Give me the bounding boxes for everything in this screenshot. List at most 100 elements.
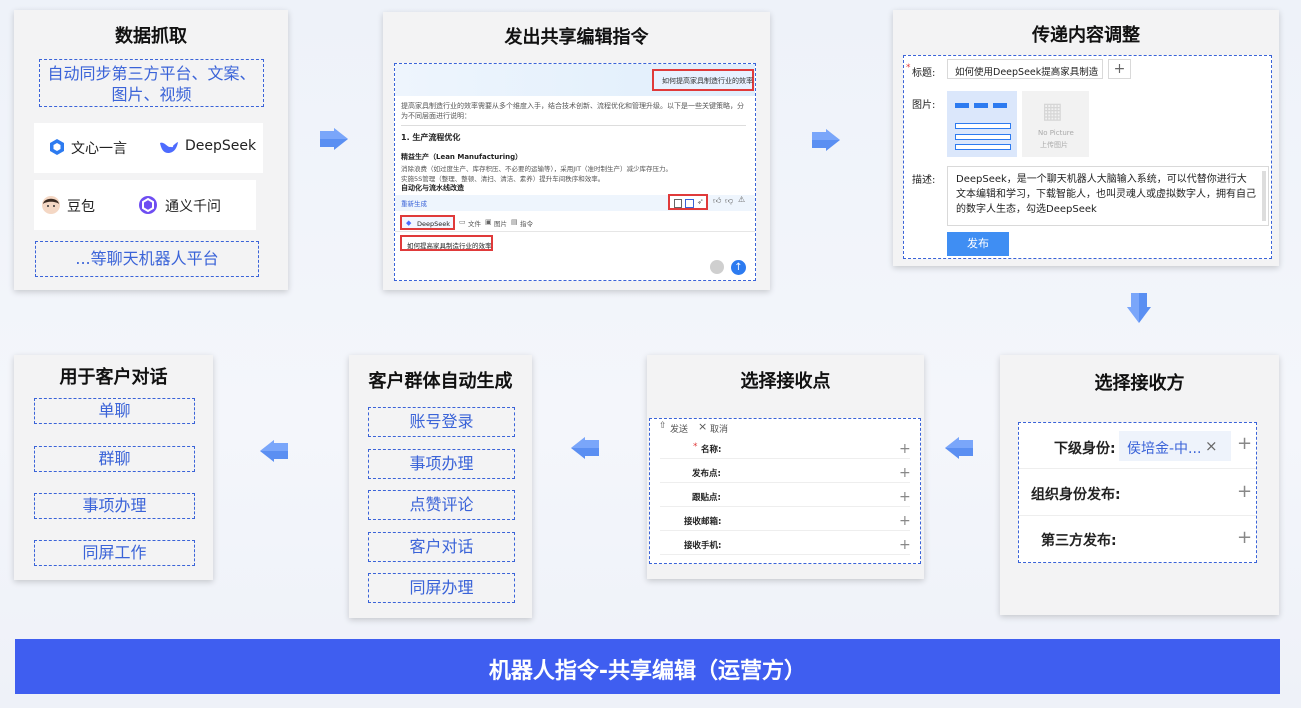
image-icon[interactable]: ▣: [485, 218, 492, 226]
desc-text: DeepSeek，是一个聊天机器人大脑输入系统，可以代替你进行大文本编辑和学习，…: [956, 174, 1256, 215]
add-title-button[interactable]: +: [1108, 59, 1131, 79]
row-divider: [1019, 515, 1256, 516]
thumb-bar: [974, 103, 988, 108]
answer-line-2: 实施5S管理（整理、整顿、清扫、清洁、素养）提升车间秩序和效率。: [401, 175, 605, 183]
field-label: 名称:: [701, 445, 722, 455]
thumbs-down-icon[interactable]: 👎︎: [725, 196, 733, 206]
scrollbar[interactable]: [1262, 171, 1266, 221]
row-divider: [660, 506, 910, 507]
row-divider: [660, 530, 910, 531]
command-icon[interactable]: ▤: [511, 218, 518, 226]
required-mark: *: [693, 442, 698, 452]
close-icon[interactable]: ×: [698, 420, 707, 433]
add-field-icon[interactable]: +: [899, 536, 911, 554]
doubao-icon: [41, 195, 61, 215]
desc-label: 描述:: [912, 175, 936, 186]
footer-banner: 机器人指令-共享编辑（运营方）: [15, 639, 1280, 694]
send-icon[interactable]: ⇧: [659, 421, 667, 431]
receiver-tag-text: 侯培金-中...: [1127, 441, 1202, 457]
group-item: 事项办理: [368, 449, 515, 479]
bot-name: 豆包: [67, 199, 95, 215]
card-share-command: 发出共享编辑指令 如何提高家具制造行业的效率 提高家具制造行业的效率需要从多个维…: [383, 12, 770, 290]
answer-sub1: 精益生产（Lean Manufacturing）: [401, 153, 523, 161]
group-item: 账号登录: [368, 407, 515, 437]
card-data-capture: 数据抓取 自动同步第三方平台、文案、 图片、视频 文心一言 DeepSeek 豆…: [14, 10, 288, 290]
answer-divider: [401, 125, 746, 126]
answer-heading: 1. 生产流程优化: [401, 133, 461, 142]
cancel-button[interactable]: 取消: [710, 422, 728, 435]
point-form: ⇧ 发送 × 取消 * 名称: + 发布点: + 跟贴点: + 接收邮箱: + …: [649, 418, 921, 564]
thumb-line: [955, 144, 1011, 150]
warning-icon[interactable]: ⚠: [738, 195, 745, 204]
chat-preview: 如何提高家具制造行业的效率 提高家具制造行业的效率需要从多个维度入手，结合技术创…: [394, 63, 756, 281]
arrow-left-icon: [945, 437, 973, 459]
arrow-right-icon: [320, 128, 348, 150]
avatar: [710, 260, 724, 274]
no-picture-text: No Picture: [1038, 129, 1074, 137]
answer-sub2: 自动化与流水线改造: [401, 184, 464, 192]
receiver-label: 组织身份发布:: [1031, 487, 1121, 503]
add-field-icon[interactable]: +: [899, 464, 911, 482]
row-divider: [660, 554, 910, 555]
bot-row-1: 文心一言 DeepSeek: [34, 123, 263, 173]
card-title: 用于客户对话: [59, 367, 168, 388]
row-divider: [660, 458, 910, 459]
copy-icon[interactable]: [674, 199, 682, 208]
card-title: 选择接收点: [740, 371, 831, 392]
arrow-right-icon: [812, 129, 840, 151]
arrow-left-icon: [571, 437, 599, 459]
chat-item: 单聊: [34, 398, 195, 424]
card-title: 数据抓取: [115, 26, 187, 47]
query-bubble: 如何提高家具制造行业的效率: [652, 69, 754, 91]
tongyi-icon: [138, 195, 158, 215]
thumb-bar: [955, 103, 969, 108]
add-field-icon[interactable]: +: [899, 512, 911, 530]
card-select-receiver: 选择接收方 下级身份: 侯培金-中... × + 组织身份发布: + 第三方发布…: [1000, 355, 1279, 615]
row-divider: [1019, 468, 1256, 469]
chat-item: 事项办理: [34, 493, 195, 519]
chat-input[interactable]: 如何提高家具制造行业的效率: [400, 235, 493, 251]
chat-input-text: 如何提高家具制造行业的效率: [407, 242, 492, 250]
upload-text: 上传图片: [1040, 141, 1068, 149]
share-icon[interactable]: ➶: [697, 197, 704, 206]
field-label: 接收邮箱:: [684, 517, 722, 527]
wenxin-icon: [48, 138, 66, 156]
upload-placeholder[interactable]: ▦ No Picture 上传图片: [1022, 91, 1089, 157]
publish-button[interactable]: 发布: [947, 232, 1009, 256]
add-field-icon[interactable]: +: [899, 440, 911, 458]
image-thumbnail[interactable]: [947, 91, 1017, 157]
add-third-party-icon[interactable]: +: [1237, 529, 1252, 547]
thumbs-up-icon[interactable]: 👍︎: [713, 196, 721, 206]
card-customer-groups: 客户群体自动生成 账号登录 事项办理 点赞评论 客户对话 同屏办理: [349, 355, 532, 618]
arrow-left-icon: [260, 440, 288, 462]
tool-image[interactable]: 图片: [494, 218, 507, 228]
answer-intro: 提高家具制造行业的效率需要从多个维度入手，结合技术创新、流程优化和管理升级。以下…: [401, 102, 744, 120]
add-org-icon[interactable]: +: [1237, 483, 1252, 501]
regenerate-link[interactable]: 重新生成: [401, 198, 427, 208]
row-divider: [660, 482, 910, 483]
edit-icon[interactable]: [685, 199, 694, 208]
tool-file[interactable]: 文件: [468, 218, 481, 228]
content-form: * 标题: 如何使用DeepSeek提高家具制造 + 图片: ▦ No Pict…: [903, 55, 1272, 259]
title-input-value: 如何使用DeepSeek提高家具制造: [955, 67, 1099, 78]
answer-line-1: 消除浪费（如过度生产、库存积压、不必要的运输等），采用JIT（准时制生产）减少库…: [401, 165, 673, 173]
card-title: 选择接收方: [1094, 373, 1185, 394]
title-input[interactable]: 如何使用DeepSeek提高家具制造: [947, 59, 1103, 79]
bot-select-label: DeepSeek: [417, 220, 451, 228]
desc-textarea[interactable]: DeepSeek，是一个聊天机器人大脑输入系统，可以代替你进行大文本编辑和学习，…: [947, 166, 1269, 226]
receiver-tag[interactable]: 侯培金-中... ×: [1119, 431, 1231, 461]
image-label: 图片:: [912, 100, 936, 111]
send-icon[interactable]: ↑: [731, 260, 746, 275]
close-icon[interactable]: ×: [1205, 437, 1218, 455]
receiver-label: 第三方发布:: [1041, 533, 1117, 549]
file-icon[interactable]: ▭: [459, 218, 466, 226]
title-label: 标题:: [912, 68, 936, 79]
send-button[interactable]: 发送: [670, 422, 688, 435]
add-receiver-icon[interactable]: +: [1237, 435, 1252, 453]
add-field-icon[interactable]: +: [899, 488, 911, 506]
card-customer-chat: 用于客户对话 单聊 群聊 事项办理 同屏工作: [14, 355, 213, 580]
tool-command[interactable]: 指令: [520, 218, 533, 228]
bot-select-button[interactable]: ◆ DeepSeek: [400, 215, 455, 230]
receiver-form: 下级身份: 侯培金-中... × + 组织身份发布: + 第三方发布: +: [1018, 422, 1257, 563]
copy-edit-share-buttons[interactable]: ➶: [668, 194, 708, 210]
